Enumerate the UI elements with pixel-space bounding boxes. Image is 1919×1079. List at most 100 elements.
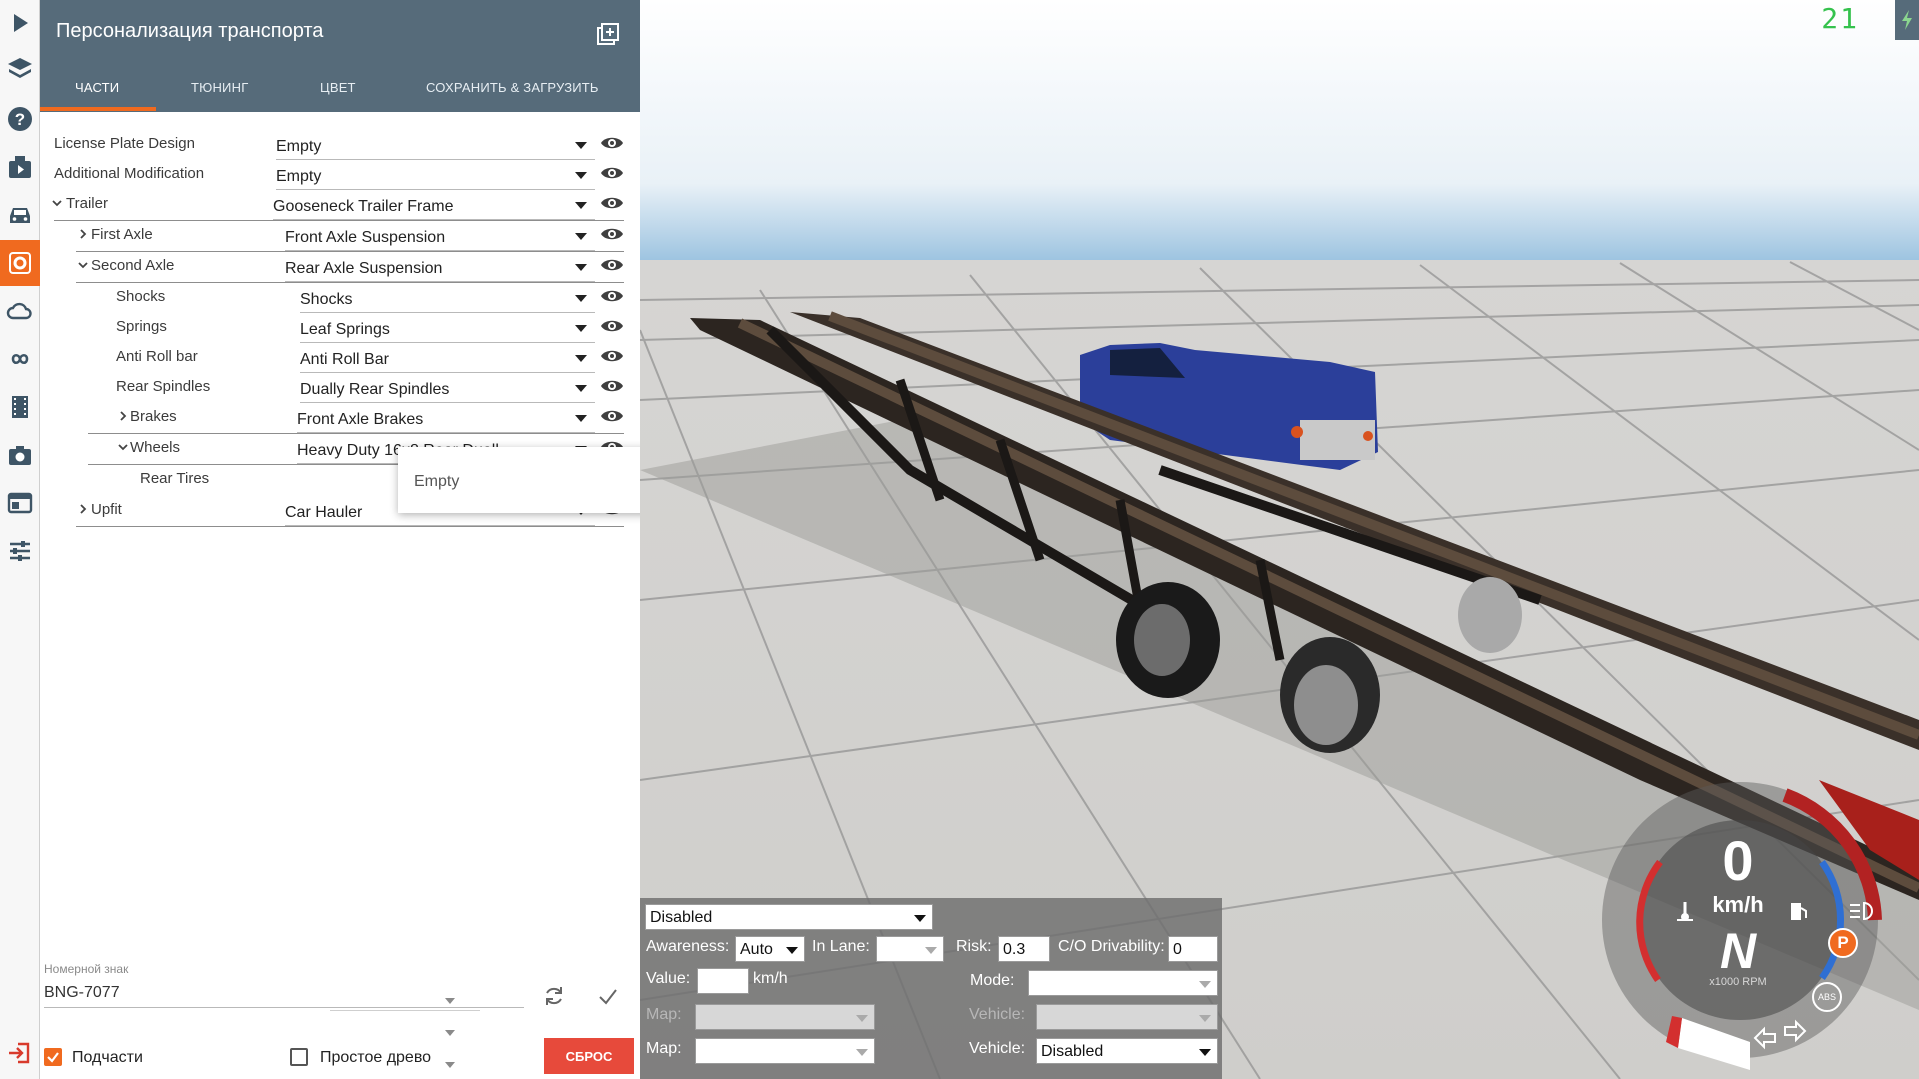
ui-apps-layout-icon[interactable] (0, 480, 40, 526)
part-select[interactable]: Rear Axle Suspension (285, 252, 595, 282)
visibility-eye-icon[interactable] (600, 347, 624, 365)
vehicles-car-icon[interactable] (0, 192, 40, 238)
part-label: Rear Spindles (116, 378, 211, 395)
part-select-value: Rear Axle Suspension (285, 260, 443, 277)
checkmark-icon[interactable] (596, 984, 620, 1008)
visibility-eye-icon[interactable] (600, 377, 624, 395)
part-select[interactable]: Leaf Springs (300, 313, 595, 343)
part-select-value: Shocks (300, 291, 353, 308)
subparts-label: Подчасти (72, 1049, 143, 1066)
dropdown-arrow-icon (575, 142, 587, 149)
environment-cloud-icon[interactable] (0, 288, 40, 334)
part-label: Trailer (66, 195, 108, 212)
chevron-right-icon[interactable] (76, 227, 90, 241)
visibility-eye-icon[interactable] (600, 407, 624, 425)
ai-mode-select[interactable]: Disabled (645, 904, 933, 930)
part-select[interactable]: Empty (276, 130, 595, 160)
part-select[interactable]: Front Axle Brakes (297, 403, 595, 433)
chevron-down-icon (1199, 1015, 1211, 1022)
tab-parts[interactable]: ЧАСТИ (75, 80, 119, 95)
chevron-down-icon (1199, 981, 1211, 988)
headlights-icon (1850, 901, 1873, 921)
part-select[interactable]: Front Axle Suspension (285, 221, 595, 251)
part-select-value: Dually Rear Spindles (300, 381, 450, 398)
in-lane-select[interactable] (876, 936, 944, 962)
chevron-down-icon[interactable] (76, 258, 90, 272)
visibility-eye-icon[interactable] (600, 256, 624, 274)
chevron-right-icon[interactable] (116, 409, 130, 423)
chevron-down-icon (856, 1049, 868, 1056)
tab-tuning[interactable]: ТЮНИНГ (191, 80, 248, 95)
part-select-value: Gooseneck Trailer Frame (273, 198, 454, 215)
part-row-trailer: Trailer Gooseneck Trailer Frame (40, 190, 640, 221)
part-dropdown-menu[interactable]: Empty (398, 447, 660, 513)
corner-lightning-icon[interactable] (1895, 0, 1919, 40)
part-select[interactable]: Anti Roll Bar (300, 343, 595, 373)
risk-input[interactable]: 0.3 (998, 936, 1050, 962)
tab-save-load[interactable]: СОХРАНИТЬ & ЗАГРУЗИТЬ (426, 80, 599, 95)
camera-icon[interactable] (0, 432, 40, 478)
part-select[interactable]: Shocks (300, 283, 595, 313)
replay-film-icon[interactable] (0, 384, 40, 430)
simple-tree-checkbox[interactable] (290, 1048, 308, 1066)
value-label: Value: (646, 970, 691, 987)
part-select-value: Empty (276, 168, 322, 185)
part-select[interactable]: Dually Rear Spindles (300, 373, 595, 403)
infinity-icon[interactable] (0, 336, 40, 382)
options-sliders-icon[interactable] (0, 528, 40, 574)
part-label: Brakes (130, 408, 177, 425)
dropdown-arrow-icon (575, 385, 587, 392)
value-input[interactable] (697, 968, 749, 994)
chevron-down-icon[interactable] (50, 196, 64, 210)
drivability-input[interactable]: 0 (1168, 936, 1218, 962)
part-label: Anti Roll bar (116, 348, 198, 365)
subparts-checkbox[interactable] (44, 1048, 62, 1066)
visibility-eye-icon[interactable] (600, 134, 624, 152)
awareness-select[interactable]: Auto (735, 936, 805, 962)
exit-icon[interactable] (0, 1030, 40, 1076)
chevron-down-icon[interactable] (116, 440, 130, 454)
part-label: Shocks (116, 288, 166, 305)
visibility-eye-icon[interactable] (600, 225, 624, 243)
part-select-value: Anti Roll Bar (300, 351, 389, 368)
sky (640, 0, 1919, 262)
part-select[interactable]: Empty (276, 160, 595, 190)
ghost-select-underline (330, 1010, 480, 1011)
visibility-eye-icon[interactable] (600, 194, 624, 212)
fps-counter: 21 (1821, 2, 1859, 35)
visibility-eye-icon[interactable] (600, 317, 624, 335)
visibility-eye-icon[interactable] (600, 164, 624, 182)
help-icon[interactable]: ? (0, 96, 40, 142)
active-tab-indicator (40, 107, 156, 111)
refresh-icon[interactable] (542, 984, 566, 1008)
play-icon[interactable] (0, 0, 40, 46)
map-select[interactable] (695, 1038, 875, 1064)
visibility-eye-icon[interactable] (600, 287, 624, 305)
part-row-additional-modification: Additional Modification Empty (40, 160, 640, 190)
ghost-select-arrow (445, 1030, 455, 1036)
scenario-clapper-icon[interactable] (0, 144, 40, 190)
vehicle-config-gear-icon[interactable] (0, 240, 40, 286)
mode-label: Mode: (970, 972, 1015, 989)
dropdown-option-empty[interactable]: Empty (414, 473, 459, 491)
vehicle-select[interactable]: Disabled (1036, 1038, 1218, 1064)
part-select[interactable]: Gooseneck Trailer Frame (273, 190, 595, 220)
dropdown-arrow-icon (575, 233, 587, 240)
part-label: Additional Modification (54, 165, 205, 182)
part-row-first-axle: First Axle Front Axle Suspension (40, 221, 640, 252)
tab-color[interactable]: ЦВЕТ (320, 80, 356, 95)
fuel-icon (1791, 903, 1807, 920)
awareness-value: Auto (740, 941, 773, 958)
mode-select[interactable] (1028, 970, 1218, 996)
rpm-unit: x1000 RPM (1709, 976, 1767, 988)
chevron-right-icon[interactable] (76, 502, 90, 516)
part-label: Rear Tires (140, 470, 210, 487)
vehicle-value: Disabled (1041, 1043, 1104, 1060)
reset-button[interactable]: СБРОС (544, 1038, 634, 1074)
layers-icon[interactable] (0, 46, 40, 92)
add-window-icon[interactable] (596, 22, 620, 46)
ghost-select-arrow (445, 998, 455, 1004)
turn-signal-left-icon (1753, 1026, 1776, 1050)
part-label: Upfit (91, 501, 122, 518)
part-label: Springs (116, 318, 167, 335)
